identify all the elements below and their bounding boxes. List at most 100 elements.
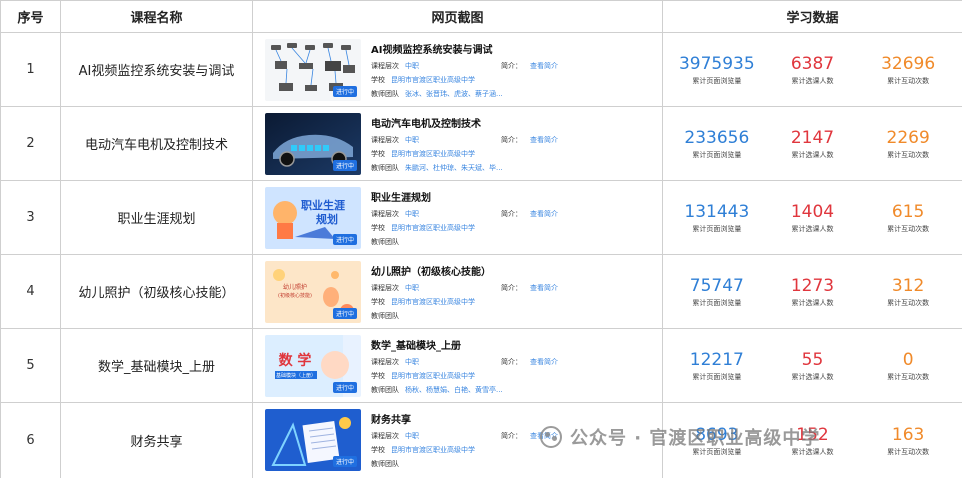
stat-interactions: 312 累计互动次数 <box>863 276 953 308</box>
team-label: 教师团队 <box>371 460 399 468</box>
wechat-icon <box>540 426 562 448</box>
row-index-text: 6 <box>26 433 35 448</box>
course-card-title[interactable]: 电动汽车电机及控制技术 <box>371 115 481 130</box>
school-line: 学校 昆明市官渡区职业高级中学 <box>371 75 475 85</box>
team-label: 教师团队 <box>371 312 399 320</box>
team-line: 教师团队 杨秋、杨慧娟、白艳、黄雪亭... <box>371 385 503 395</box>
course-card[interactable]: 职业生涯 规划 进行中 职业生涯规划 课程层次 中职 简介： 查看简介 学校 昆明市官渡区职业高级… <box>253 181 662 254</box>
interactions-value: 615 <box>891 201 925 222</box>
stat-interactions: 615 累计互动次数 <box>863 202 953 234</box>
course-level-line: 课程层次 中职 <box>371 283 419 293</box>
stat-interactions: 32696 累计互动次数 <box>863 54 953 86</box>
views-label: 累计页面浏览量 <box>692 224 742 233</box>
views-value: 12217 <box>689 349 744 370</box>
row-index-text: 4 <box>26 284 35 299</box>
view-intro-link[interactable]: 查看简介 <box>530 62 558 70</box>
stat-views: 233656 累计页面浏览量 <box>672 128 762 160</box>
view-intro-link[interactable]: 查看简介 <box>530 358 558 366</box>
course-level-line: 课程层次 中职 <box>371 135 419 145</box>
course-table: 序号 课程名称 网页截图 学习数据 1 AI视频监控系统安装与调试 进行中 AI视频监… <box>0 0 962 478</box>
course-name: 电动汽车电机及控制技术 <box>60 106 253 181</box>
students-label: 累计选课人数 <box>791 224 834 233</box>
view-intro-link[interactable]: 查看简介 <box>530 210 558 218</box>
learning-data-cell: 131443 累计页面浏览量 1404 累计选课人数 615 累计互动次数 <box>662 180 962 255</box>
course-card-title[interactable]: 财务共享 <box>371 411 411 426</box>
intro-label: 简介： <box>501 210 522 218</box>
course-level-line: 课程层次 中职 <box>371 209 419 219</box>
students-value: 6387 <box>790 53 835 74</box>
team-value: 张冰、张晋玮、虎波、蔡子涵... <box>405 90 503 98</box>
interactions-value: 2269 <box>886 127 930 148</box>
interactions-label: 累计互动次数 <box>887 372 930 381</box>
students-label: 累计选课人数 <box>791 372 834 381</box>
school-line: 学校 昆明市官渡区职业高级中学 <box>371 445 475 455</box>
students-value: 2147 <box>790 127 835 148</box>
course-name-text: 职业生涯规划 <box>117 212 196 227</box>
students-label: 累计选课人数 <box>791 76 834 85</box>
course-thumbnail-image[interactable]: 进行中 <box>265 39 361 101</box>
team-value: 朱鹏河、杜仲琼、朱天斌、毕... <box>405 164 503 172</box>
level-label: 课程层次 <box>371 284 399 292</box>
views-label: 累计页面浏览量 <box>692 298 742 307</box>
course-name: 财务共享 <box>60 402 253 478</box>
svg-text:幼儿照护: 幼儿照护 <box>283 283 307 291</box>
school-line: 学校 昆明市官渡区职业高级中学 <box>371 371 475 381</box>
course-screenshot-cell: 进行中 电动汽车电机及控制技术课程层次 中职 简介： 查看简介学校 昆明市官渡区职业高级中… <box>252 106 663 181</box>
course-card[interactable]: 数 学基础模块（上册） 进行中 数学_基础模块_上册 课程层次 中职 简介： 查看简介 学校昆… <box>253 329 662 402</box>
intro-label: 简介： <box>501 432 522 440</box>
row-index: 4 <box>0 254 61 329</box>
interactions-label: 累计互动次数 <box>887 76 930 85</box>
views-label: 累计页面浏览量 <box>692 76 742 85</box>
course-level-line: 课程层次 中职 <box>371 431 419 441</box>
interactions-value: 0 <box>902 349 914 370</box>
course-thumbnail-image[interactable]: 职业生涯 规划 进行中 <box>265 187 361 249</box>
course-card[interactable]: 进行中 电动汽车电机及控制技术课程层次 中职 简介： 查看简介学校 昆明市官渡区职业高级中… <box>253 107 662 180</box>
course-name: 数学_基础模块_上册 <box>60 328 253 403</box>
level-label: 课程层次 <box>371 62 399 70</box>
level-label: 课程层次 <box>371 358 399 366</box>
course-card-title[interactable]: 职业生涯规划 <box>371 189 431 204</box>
course-thumbnail-image[interactable]: 进行中 <box>265 409 361 471</box>
course-name: AI视频监控系统安装与调试 <box>60 32 253 107</box>
intro-line: 简介： 查看简介 <box>501 135 558 145</box>
course-screenshot-cell: 数 学基础模块（上册） 进行中 数学_基础模块_上册 课程层次 中职 简介： 查看简介 学校昆… <box>252 328 663 403</box>
learning-data-cell: 3975935 累计页面浏览量 6387 累计选课人数 32696 累计互动次数 <box>662 32 962 107</box>
intro-label: 简介： <box>501 284 522 292</box>
header-learning-data: 学习数据 <box>662 0 962 33</box>
school-value: 昆明市官渡区职业高级中学 <box>391 298 475 306</box>
course-thumbnail-image[interactable]: 幼儿照护 (初级核心技能) 进行中 <box>265 261 361 323</box>
school-label: 学校 <box>371 150 385 158</box>
course-screenshot-cell: 幼儿照护 (初级核心技能) 进行中 幼儿照护（初级核心技能） 课程层次 中职 简介： 查看简介… <box>252 254 663 329</box>
interactions-value: 32696 <box>881 53 936 74</box>
course-thumbnail-image[interactable]: 进行中 <box>265 113 361 175</box>
stat-views: 131443 累计页面浏览量 <box>672 202 762 234</box>
course-name: 幼儿照护（初级核心技能） <box>60 254 253 329</box>
course-card-title[interactable]: AI视频监控系统安装与调试 <box>371 41 492 56</box>
students-value: 55 <box>801 349 824 370</box>
team-line: 教师团队 张冰、张晋玮、虎波、蔡子涵... <box>371 89 503 99</box>
status-badge: 进行中 <box>332 382 357 393</box>
course-card[interactable]: 进行中 AI视频监控系统安装与调试 课程层次 中职 简介： 查看简介 学校 昆明市官渡区职业高… <box>253 33 662 106</box>
view-intro-link[interactable]: 查看简介 <box>530 136 558 144</box>
team-label: 教师团队 <box>371 238 399 246</box>
view-intro-link[interactable]: 查看简介 <box>530 284 558 292</box>
interactions-label: 累计互动次数 <box>887 447 930 456</box>
row-index: 6 <box>0 402 61 478</box>
intro-label: 简介： <box>501 62 522 70</box>
stat-students: 6387 累计选课人数 <box>767 54 857 86</box>
course-card-title[interactable]: 数学_基础模块_上册 <box>371 337 461 352</box>
status-badge: 进行中 <box>332 234 357 245</box>
header-course-name: 课程名称 <box>60 0 253 33</box>
intro-line: 简介： 查看简介 <box>501 209 558 219</box>
course-name-text: 数学_基础模块_上册 <box>97 360 215 375</box>
course-card-title[interactable]: 幼儿照护（初级核心技能） <box>371 263 491 278</box>
school-value: 昆明市官渡区职业高级中学 <box>391 150 475 158</box>
intro-line: 简介： 查看简介 <box>501 283 558 293</box>
intro-label: 简介： <box>501 136 522 144</box>
watermark-text: 公众号 · 官渡区职业高级中学 <box>570 428 821 449</box>
row-index-text: 1 <box>26 62 35 77</box>
course-thumbnail-image[interactable]: 数 学基础模块（上册） 进行中 <box>265 335 361 397</box>
team-value: 杨秋、杨慧娟、白艳、黄雪亭... <box>405 386 503 394</box>
svg-text:规划: 规划 <box>316 212 338 226</box>
course-card[interactable]: 幼儿照护 (初级核心技能) 进行中 幼儿照护（初级核心技能） 课程层次 中职 简介： 查看简介… <box>253 255 662 328</box>
